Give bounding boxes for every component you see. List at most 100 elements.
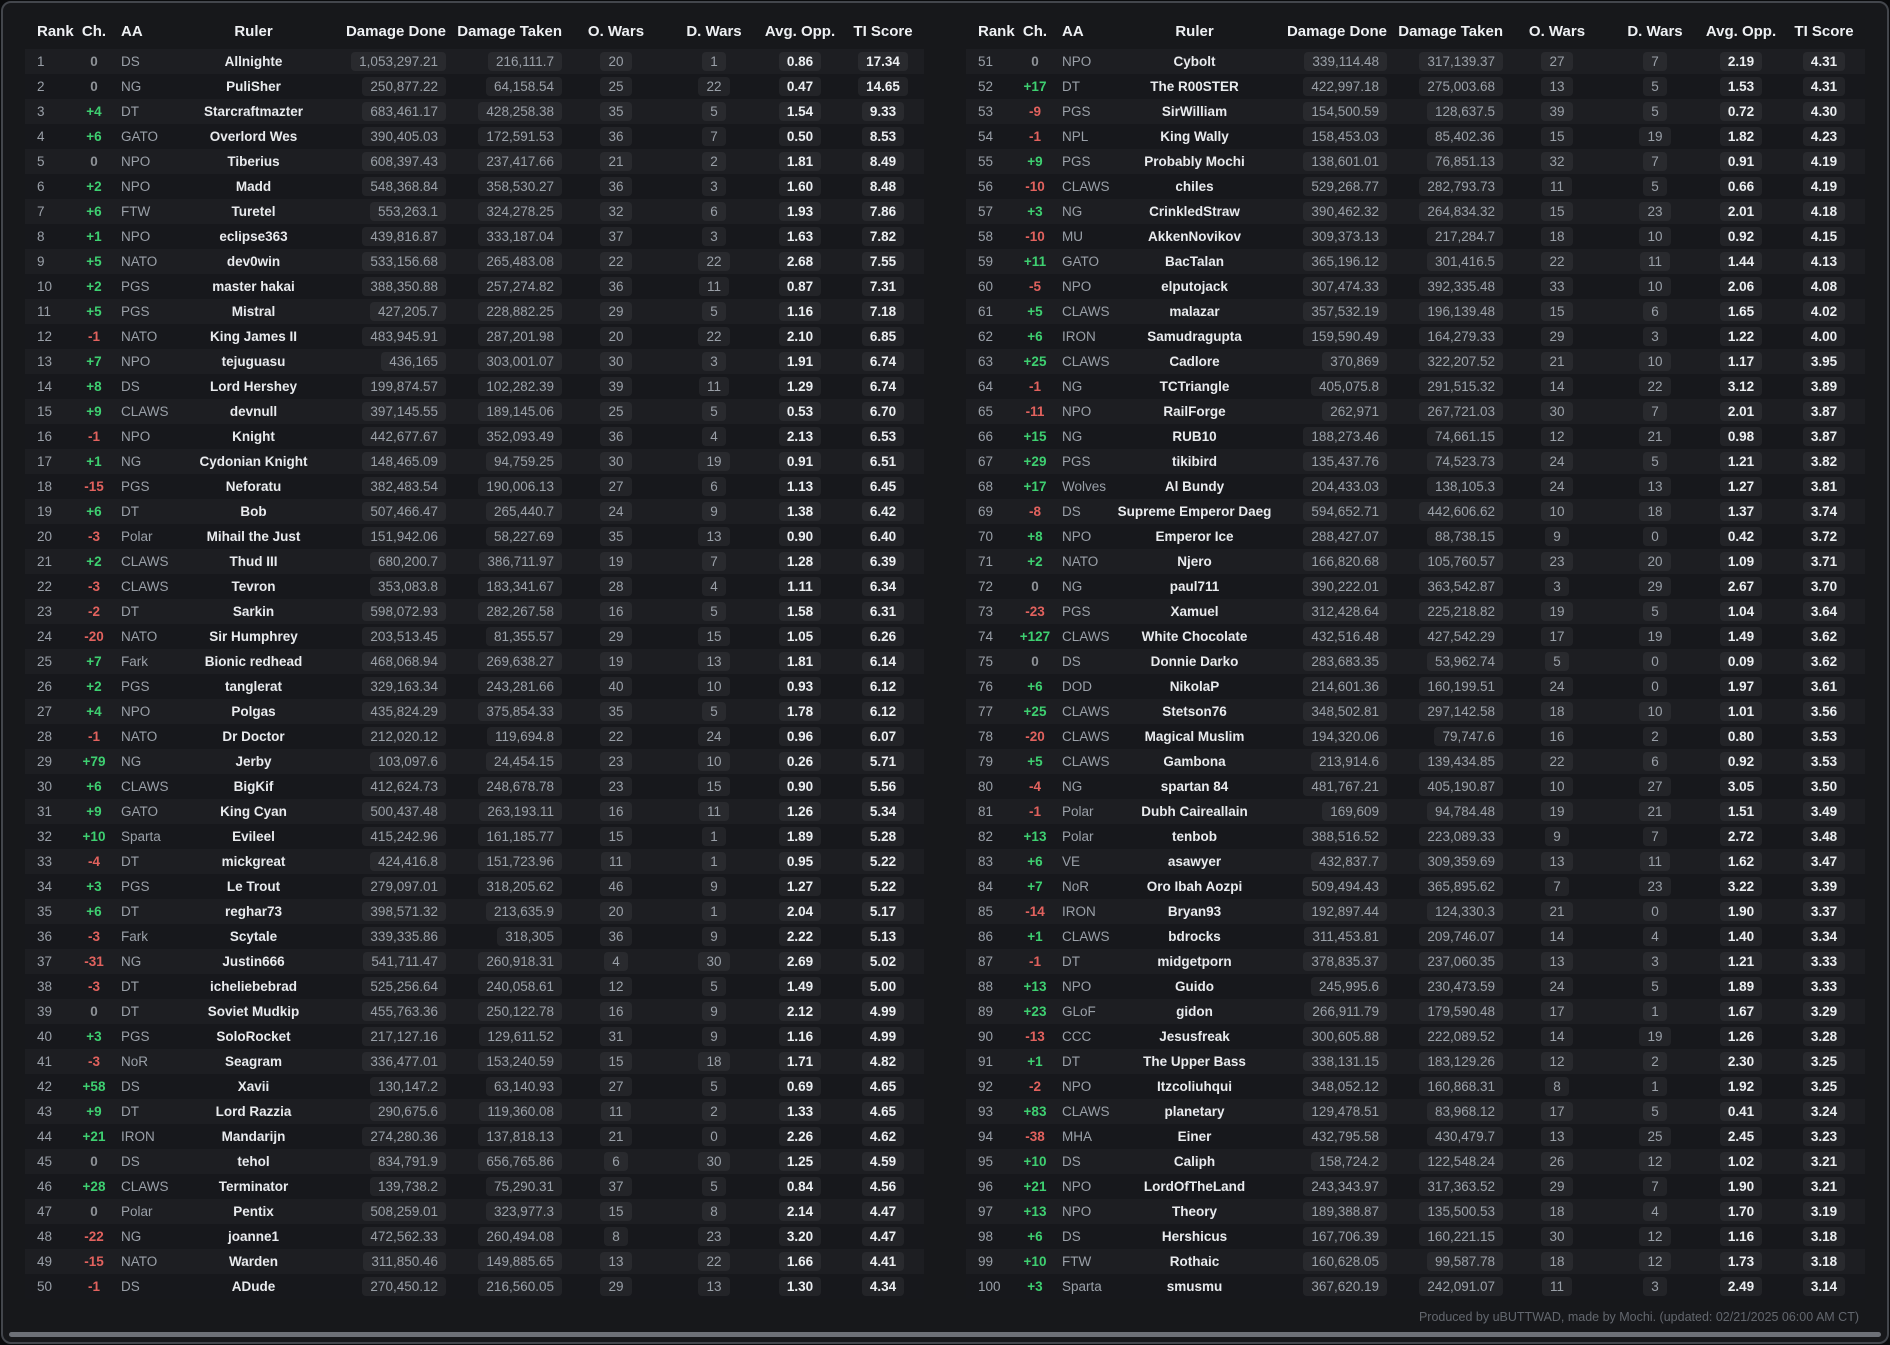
column-header-ti-score[interactable]: TI Score — [1783, 23, 1865, 40]
cell-change: +2 — [86, 179, 102, 194]
cell-damage-done: 270,450.12 — [332, 1277, 446, 1296]
cell-avg-opp: 1.30 — [758, 1277, 842, 1296]
table-row: 65 -11 NPO RailForge 262,971 267,721.03 30 7 2.0… — [966, 399, 1865, 424]
value-pill: 507,466.47 — [362, 502, 446, 521]
cell-d-wars: 19 — [670, 452, 758, 471]
value-pill: 24 — [600, 502, 632, 521]
column-header-change[interactable]: Ch. — [69, 23, 119, 40]
value-pill: 1.37 — [1719, 502, 1763, 521]
cell-damage-taken: 138,105.3 — [1387, 477, 1503, 496]
cell-rank: 22 — [37, 579, 53, 594]
cell-rank: 72 — [978, 579, 994, 594]
table-row: 80 -4 NG spartan 84 481,767.21 405,190.87 10 27… — [966, 774, 1865, 799]
cell-rank: 86 — [978, 929, 994, 944]
column-header-d-wars[interactable]: D. Wars — [1611, 23, 1699, 40]
cell-avg-opp: 1.63 — [758, 227, 842, 246]
cell-ti-score: 4.23 — [1783, 127, 1865, 146]
value-pill: 0.41 — [1719, 1102, 1763, 1121]
value-pill: 18 — [1541, 227, 1573, 246]
cell-d-wars: 30 — [670, 952, 758, 971]
value-pill: 4 — [702, 577, 726, 596]
value-pill: 5.13 — [861, 927, 905, 946]
cell-change: +83 — [1023, 1104, 1047, 1119]
value-pill: 3.72 — [1802, 527, 1846, 546]
horizontal-scrollbar[interactable] — [9, 1332, 1881, 1337]
cell-alliance: PGS — [121, 679, 150, 694]
column-header-damage-taken[interactable]: Damage Taken — [446, 23, 562, 40]
value-pill: 137,818.13 — [478, 1127, 562, 1146]
cell-damage-taken: 358,530.27 — [446, 177, 562, 196]
table-row: 89 +23 GLoF gidon 266,911.79 179,590.48 17 1 1.6… — [966, 999, 1865, 1024]
cell-ti-score: 3.21 — [1783, 1177, 1865, 1196]
column-header-o-wars[interactable]: O. Wars — [562, 23, 670, 40]
table-row: 40 +3 PGS SoloRocket 217,127.16 129,611.52 31 9… — [25, 1024, 924, 1049]
cell-ti-score: 6.74 — [842, 352, 924, 371]
cell-o-wars: 11 — [562, 1102, 670, 1121]
cell-o-wars: 20 — [562, 327, 670, 346]
value-pill: 5.17 — [861, 902, 905, 921]
cell-ti-score: 5.17 — [842, 902, 924, 921]
cell-change: +13 — [1023, 1204, 1047, 1219]
column-header-alliance[interactable]: AA — [1060, 23, 1116, 40]
cell-damage-done: 548,368.84 — [332, 177, 446, 196]
column-header-ti-score[interactable]: TI Score — [842, 23, 924, 40]
value-pill: 13 — [698, 1277, 730, 1296]
column-header-ruler[interactable]: Ruler — [175, 23, 332, 40]
value-pill: 16 — [1541, 727, 1573, 746]
cell-o-wars: 16 — [562, 602, 670, 621]
column-header-ruler[interactable]: Ruler — [1116, 23, 1273, 40]
cell-ruler: Lord Hershey — [209, 379, 298, 394]
cell-rank: 98 — [978, 1229, 994, 1244]
cell-damage-done: 129,478.51 — [1273, 1102, 1387, 1121]
cell-damage-done: 311,850.46 — [332, 1252, 446, 1271]
value-pill: 262,971 — [1322, 402, 1387, 421]
value-pill: 297,142.58 — [1419, 702, 1503, 721]
value-pill: 13 — [1639, 477, 1671, 496]
value-pill: 9 — [1545, 527, 1569, 546]
cell-rank: 65 — [978, 404, 994, 419]
cell-damage-taken: 428,258.38 — [446, 102, 562, 121]
column-header-damage-taken[interactable]: Damage Taken — [1387, 23, 1503, 40]
cell-ruler: Pentix — [233, 1204, 274, 1219]
table-row: 78 -20 CLAWS Magical Muslim 194,320.06 79,747… — [966, 724, 1865, 749]
value-pill: 594,652.71 — [1303, 502, 1387, 521]
column-header-avg-opp[interactable]: Avg. Opp. — [1699, 23, 1783, 40]
column-header-o-wars[interactable]: O. Wars — [1503, 23, 1611, 40]
value-pill: 27 — [1541, 52, 1573, 71]
column-header-avg-opp[interactable]: Avg. Opp. — [758, 23, 842, 40]
column-header-damage-done[interactable]: Damage Done — [1273, 23, 1387, 40]
column-header-rank[interactable]: Rank — [966, 23, 1015, 40]
value-pill: 124,330.3 — [1426, 902, 1503, 921]
cell-alliance: Wolves — [1062, 479, 1107, 494]
cell-ti-score: 4.19 — [1783, 152, 1865, 171]
cell-damage-done: 245,995.6 — [1273, 977, 1387, 996]
cell-d-wars: 5 — [1611, 602, 1699, 621]
value-pill: 322,207.52 — [1419, 352, 1503, 371]
column-header-damage-done[interactable]: Damage Done — [332, 23, 446, 40]
cell-alliance: PGS — [121, 1029, 150, 1044]
cell-ti-score: 4.59 — [842, 1152, 924, 1171]
cell-alliance: DT — [121, 854, 139, 869]
value-pill: 7 — [702, 127, 726, 146]
cell-o-wars: 10 — [1503, 502, 1611, 521]
value-pill: 4 — [1643, 1202, 1667, 1221]
value-pill: 1.66 — [778, 1252, 822, 1271]
column-header-rank[interactable]: Rank — [25, 23, 74, 40]
cell-rank: 87 — [978, 954, 994, 969]
column-header-d-wars[interactable]: D. Wars — [670, 23, 758, 40]
column-header-alliance[interactable]: AA — [119, 23, 175, 40]
cell-avg-opp: 0.69 — [758, 1077, 842, 1096]
cell-alliance: CLAWS — [121, 779, 169, 794]
value-pill: 0.53 — [778, 402, 822, 421]
cell-d-wars: 5 — [670, 1177, 758, 1196]
cell-rank: 2 — [37, 79, 45, 94]
value-pill: 329,163.34 — [362, 677, 446, 696]
value-pill: 245,995.6 — [1310, 977, 1387, 996]
cell-avg-opp: 1.71 — [758, 1052, 842, 1071]
cell-rank: 81 — [978, 804, 994, 819]
cell-ti-score: 4.13 — [1783, 252, 1865, 271]
cell-change: -5 — [1028, 279, 1041, 294]
value-pill: 263,193.11 — [479, 802, 562, 821]
table-row: 33 -4 DT mickgreat 424,416.8 151,723.96 11 1 0.9… — [25, 849, 924, 874]
column-header-change[interactable]: Ch. — [1010, 23, 1060, 40]
